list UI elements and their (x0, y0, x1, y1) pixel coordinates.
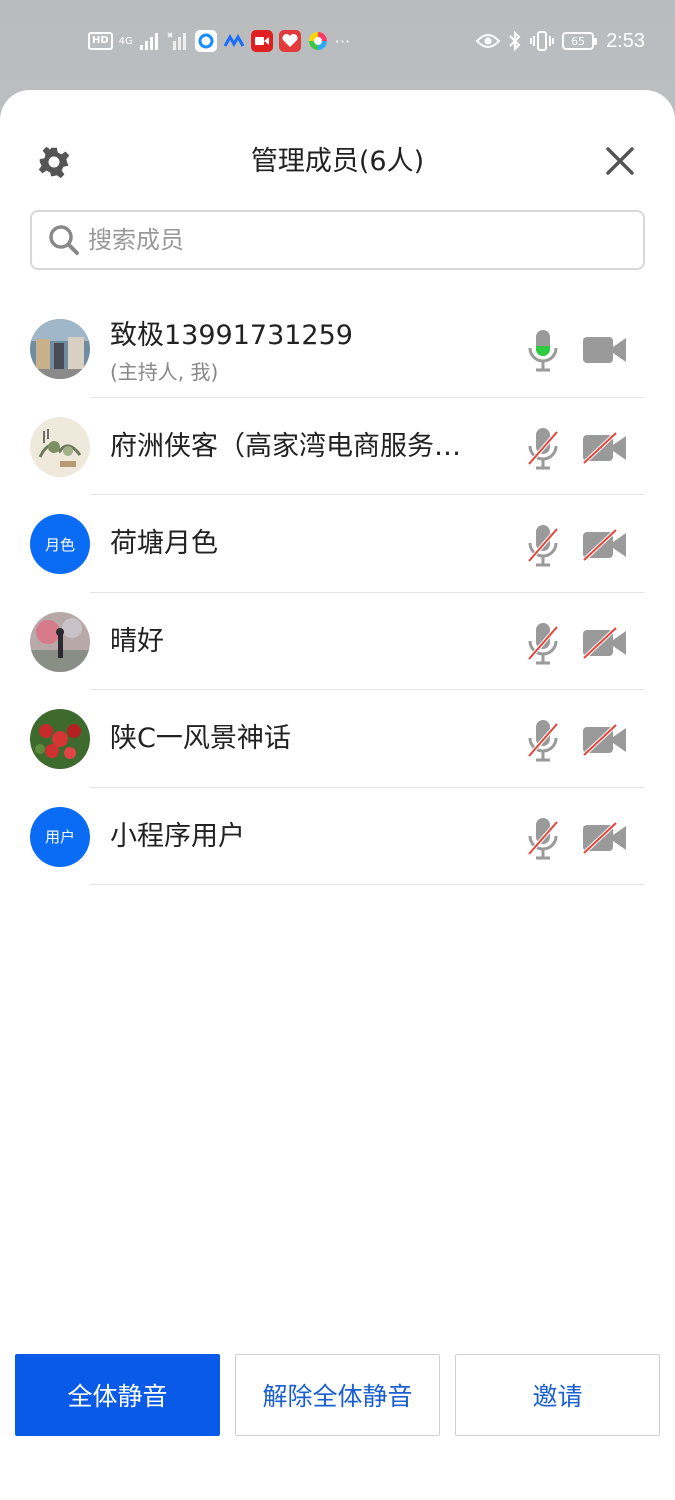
member-row[interactable]: 月色 荷塘月色 (0, 495, 675, 593)
action-bar: 全体静音 解除全体静音 邀请 (0, 1354, 675, 1436)
search-input[interactable] (88, 226, 608, 254)
member-name: 晴好 (110, 625, 164, 657)
camera-disabled-icon[interactable] (582, 724, 628, 756)
app-icon-heart (278, 30, 301, 52)
network-type: 4G (118, 35, 133, 47)
member-name: 致极13991731259 (110, 320, 353, 351)
hd-indicator: HD (88, 32, 113, 50)
vibrate-icon (530, 31, 555, 51)
avatar (30, 319, 90, 379)
member-name: 府洲侠客（高家湾电商服务… (110, 430, 461, 462)
app-icon-meeting (223, 30, 245, 52)
member-name: 荷塘月色 (110, 528, 218, 559)
sheet-header: 管理成员(6人) (0, 90, 675, 210)
avatar: 用户 (30, 806, 90, 867)
mic-muted-icon[interactable] (526, 621, 560, 665)
eye-icon (476, 34, 501, 48)
mic-muted-icon[interactable] (526, 523, 560, 567)
row-divider (90, 884, 645, 885)
member-row[interactable]: 晴好 (0, 593, 675, 690)
mute-all-button[interactable]: 全体静音 (15, 1354, 220, 1436)
more-notifications-icon: ··· (334, 31, 351, 51)
unmute-all-button[interactable]: 解除全体静音 (235, 1354, 440, 1436)
member-role: (主持人, 我) (110, 360, 219, 384)
mic-muted-icon[interactable] (526, 718, 560, 762)
camera-disabled-icon[interactable] (582, 529, 628, 561)
app-icon-video (250, 30, 273, 52)
avatar: 月色 (30, 514, 90, 574)
member-row[interactable]: 致极13991731259 (主持人, 我) (0, 300, 675, 398)
search-box[interactable] (30, 210, 645, 270)
camera-disabled-icon[interactable] (582, 431, 628, 464)
avatar (30, 709, 90, 769)
invite-button[interactable]: 邀请 (455, 1354, 660, 1436)
member-row[interactable]: 用户 小程序用户 (0, 788, 675, 885)
status-right: 65 2:53 (476, 28, 645, 54)
camera-icon[interactable] (582, 334, 628, 366)
close-icon[interactable] (603, 144, 637, 178)
member-name: 小程序用户 (110, 820, 245, 852)
battery-icon: 65 (562, 32, 598, 50)
manage-members-sheet: 管理成员(6人) 致极13991731259 (主持人, 我) 府洲侠客（高家湾电商… (0, 90, 675, 1500)
avatar-initials: 用户 (44, 828, 75, 846)
clock: 2:53 (606, 29, 645, 52)
status-bar: HD 4G ··· 65 2:53 (0, 0, 675, 82)
avatar (30, 416, 90, 477)
mic-on-icon[interactable] (526, 328, 560, 372)
app-icon-browser (194, 30, 217, 52)
member-list: 致极13991731259 (主持人, 我) 府洲侠客（高家湾电商服务… 月色 荷塘月色… (0, 300, 675, 885)
avatar-initials: 月色 (44, 535, 75, 554)
member-name: 陕C一风景神话 (110, 723, 291, 754)
member-row[interactable]: 陕C一风景神话 (0, 690, 675, 788)
camera-disabled-icon[interactable] (582, 821, 628, 854)
signal-no-sim-icon (167, 32, 186, 50)
page-title: 管理成员(6人) (250, 146, 425, 177)
app-icon-colorful (307, 30, 329, 52)
mic-muted-icon[interactable] (526, 816, 560, 860)
bluetooth-icon (509, 30, 521, 52)
battery-level: 65 (571, 34, 586, 48)
search-icon (49, 225, 79, 255)
camera-disabled-icon[interactable] (582, 626, 628, 659)
mic-muted-icon[interactable] (526, 426, 560, 470)
member-row[interactable]: 府洲侠客（高家湾电商服务… (0, 398, 675, 495)
signal-icon (139, 33, 158, 50)
avatar (30, 611, 90, 672)
status-left: HD 4G ··· (88, 28, 350, 54)
